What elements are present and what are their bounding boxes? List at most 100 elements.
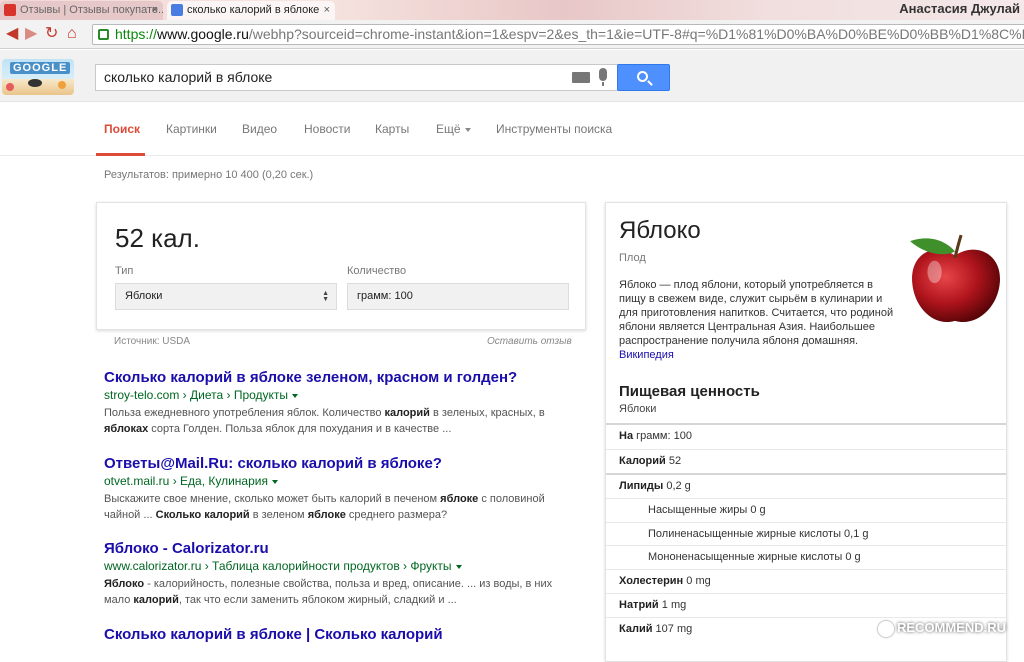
source-note: Источник: USDA (114, 336, 191, 347)
snippet-text: Польза ежедневного употребления яблок. К… (104, 407, 385, 419)
snippet-text: в зеленых, красных, (429, 407, 539, 419)
result-snippet: Польза ежедневного употребления яблок. К… (104, 405, 574, 437)
close-tab-icon[interactable]: × (152, 1, 158, 19)
wikipedia-link[interactable]: Википедия (619, 349, 674, 361)
result-stats: Результатов: примерно 10 400 (0,20 сек.) (104, 169, 314, 181)
result-title-link[interactable]: Сколько калорий в яблоке зеленом, красно… (104, 369, 574, 386)
snippet-highlight: Яблоко (104, 578, 145, 590)
kp-description: Яблоко — плод яблони, который употребляе… (619, 278, 894, 362)
browser-tab-otzovik[interactable]: Отзывы | Отзывы покупате... × (0, 1, 163, 20)
close-tab-icon[interactable]: × (324, 1, 330, 19)
forward-arrow-icon[interactable]: ▶ (25, 25, 37, 43)
result-url-text: otvet.mail.ru › Еда, Кулинария (104, 474, 268, 488)
kp-subtitle: Плод (619, 252, 646, 264)
snippet-highlight: яблоке (307, 509, 346, 521)
google-header: GOOGLE сколько калорий в яблоке (0, 50, 1024, 102)
search-nav-tabs: Поиск Картинки Видео Новости Карты Ещё И… (0, 102, 1024, 156)
search-icon (637, 71, 648, 82)
result-snippet: Выскажите свое мнение, сколько может быт… (104, 491, 574, 523)
result-url: stroy-telo.com › Диета › Продукты (104, 388, 574, 402)
nutrition-row: Мононенасыщенные жирные кислоты 0 g (606, 545, 1006, 569)
search-result: Сколько калорий в яблоке зеленом, красно… (104, 369, 574, 437)
caret-down-icon (464, 127, 471, 132)
snippet-text: среднего размера? (345, 509, 448, 521)
result-url: otvet.mail.ru › Еда, Кулинария (104, 474, 574, 488)
kp-description-text: Яблоко — плод яблони, который употребляе… (619, 279, 894, 347)
bird-icon (28, 79, 42, 87)
nutrition-row: Полиненасыщенные жирные кислоты 0,1 g (606, 522, 1006, 546)
snippet-text: в зеленом (249, 509, 308, 521)
tab-news[interactable]: Новости (304, 122, 350, 136)
result-title-link[interactable]: Сколько калорий в яблоке | Сколько калор… (104, 626, 574, 643)
snippet-highlight: яблоке (440, 493, 479, 505)
nutrition-row: Калорий 52 (606, 449, 1006, 473)
watermark-text: RECOMMEND.RU (897, 620, 1007, 635)
type-select[interactable]: Яблоки ▲ ▼ (115, 283, 337, 310)
nutrition-title: Пищевая ценность (619, 383, 760, 400)
nutrition-row: Натрий 1 mg (606, 593, 1006, 617)
type-select-value: Яблоки (125, 290, 163, 302)
calorie-card: 52 кал. Тип Количество Яблоки ▲ ▼ грамм: … (96, 202, 586, 330)
google-favicon-icon (171, 4, 183, 16)
result-title-link[interactable]: Яблоко - Calorizator.ru (104, 540, 574, 557)
result-url: www.calorizator.ru › Таблица калорийност… (104, 559, 574, 573)
url-protocol: https:// (115, 26, 158, 42)
browser-tab-google[interactable]: сколько калорий в яблоке × (167, 1, 335, 20)
keyboard-icon[interactable] (572, 72, 590, 83)
tab-title: сколько калорий в яблоке (187, 4, 320, 16)
quantity-input[interactable]: грамм: 100 (347, 283, 569, 310)
google-doodle-logo[interactable]: GOOGLE (2, 59, 74, 95)
snippet-text: сорта Голден. Польза яблок для похудания… (148, 423, 452, 435)
tab-title: Отзывы | Отзывы покупате... (20, 4, 163, 16)
tab-more-label: Ещё (436, 122, 461, 136)
address-bar[interactable]: https://www.google.ru/webhp?sourceid=chr… (92, 24, 1024, 45)
kp-title: Яблоко (619, 217, 701, 244)
snippet-highlight: калорий (384, 407, 430, 419)
tab-all[interactable]: Поиск (104, 122, 140, 136)
microphone-icon[interactable] (599, 68, 607, 86)
url-host: www.google.ru (157, 26, 249, 42)
home-icon[interactable]: ⌂ (67, 25, 77, 43)
nutrition-row: Липиды 0,2 g (606, 473, 1006, 497)
browser-tab-strip: Отзывы | Отзывы покупате... × сколько ка… (0, 0, 1024, 20)
url-path: /webhp?sourceid=chrome-instant&ion=1&esp… (248, 26, 1024, 42)
profile-name[interactable]: Анастасия Джулай (899, 1, 1020, 16)
snippet-highlight: яблоках (104, 423, 149, 435)
tab-images[interactable]: Картинки (166, 122, 217, 136)
tab-maps[interactable]: Карты (375, 122, 409, 136)
type-label: Тип (115, 265, 134, 277)
otzovik-favicon-icon (4, 4, 16, 16)
caret-down-icon[interactable] (455, 564, 462, 569)
doodle-text: GOOGLE (10, 62, 71, 74)
tab-search-tools[interactable]: Инструменты поиска (496, 122, 612, 136)
search-button[interactable] (617, 64, 670, 91)
reload-icon[interactable]: ↻ (45, 25, 58, 43)
search-result: Ответы@Mail.Ru: сколько калорий в яблоке… (104, 455, 574, 523)
search-input[interactable]: сколько калорий в яблоке (95, 64, 618, 91)
tab-more[interactable]: Ещё (436, 122, 471, 136)
feedback-link[interactable]: Оставить отзыв (487, 336, 572, 347)
recommend-logo-icon (878, 620, 894, 637)
tab-video[interactable]: Видео (242, 122, 277, 136)
result-snippet: Яблоко - калорийность, полезные свойства… (104, 576, 574, 608)
result-url-text: stroy-telo.com › Диета › Продукты (104, 388, 289, 402)
snippet-text: в (538, 407, 545, 419)
calorie-value: 52 кал. (115, 223, 200, 253)
recommend-watermark: RECOMMEND.RU (878, 620, 1006, 640)
active-tab-indicator (96, 153, 145, 156)
snippet-highlight: Сколько калорий (155, 509, 250, 521)
caret-down-icon[interactable] (271, 479, 278, 484)
search-result: Сколько калорий в яблоке | Сколько калор… (104, 626, 574, 643)
lock-icon (98, 29, 109, 40)
snippet-highlight: калорий (133, 594, 179, 606)
caret-down-icon[interactable] (292, 393, 299, 398)
browser-toolbar: ◀ ▶ ↻ ⌂ https://www.google.ru/webhp?sour… (0, 20, 1024, 49)
nutrition-row: Насыщенные жиры 0 g (606, 498, 1006, 522)
result-url-text: www.calorizator.ru › Таблица калорийност… (104, 559, 452, 573)
apple-image[interactable] (904, 227, 1006, 329)
back-arrow-icon[interactable]: ◀ (6, 25, 18, 43)
select-arrows-icon: ▲ ▼ (322, 290, 329, 303)
result-title-link[interactable]: Ответы@Mail.Ru: сколько калорий в яблоке… (104, 455, 574, 472)
snippet-text: , так что если заменить яблоком жирный, … (178, 594, 457, 606)
search-result: Яблоко - Calorizator.ru www.calorizator.… (104, 540, 574, 608)
